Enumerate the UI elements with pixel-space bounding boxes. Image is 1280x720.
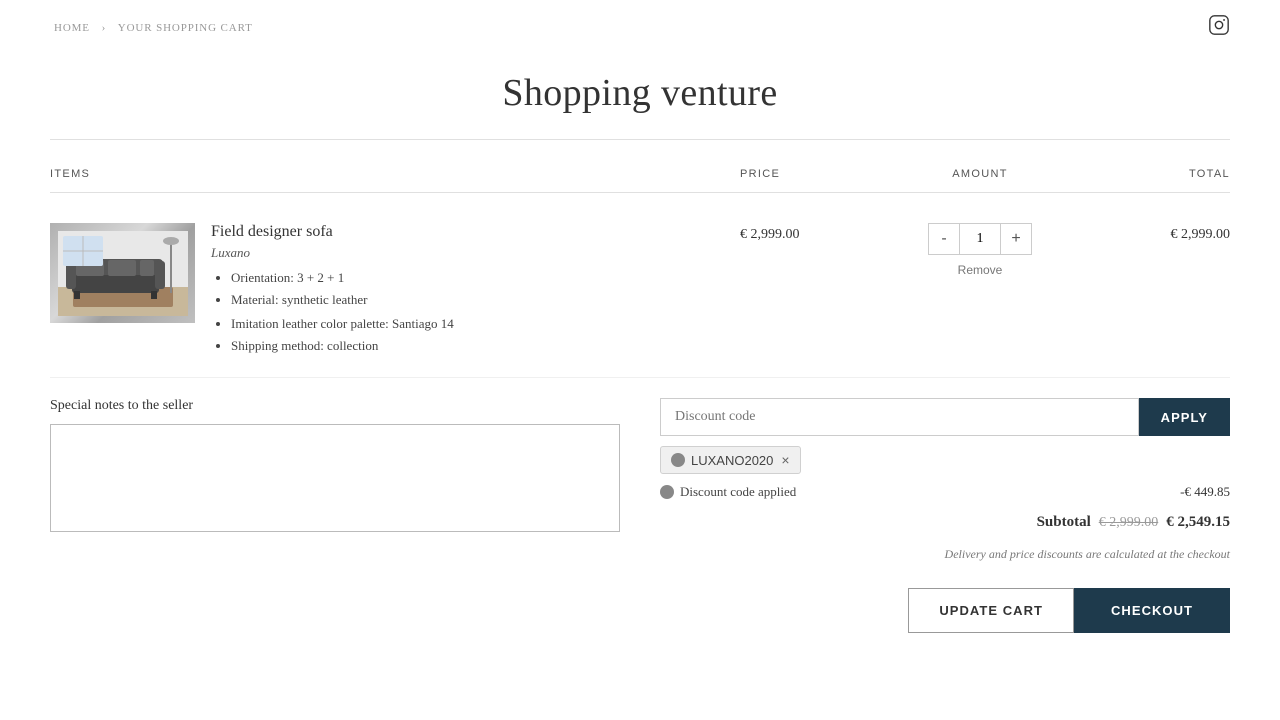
- special-notes-section: Special notes to the seller: [50, 398, 620, 633]
- discount-input-row: APPLY: [660, 398, 1230, 436]
- update-cart-button[interactable]: UPDATE CART: [908, 588, 1074, 633]
- discount-tag-remove[interactable]: ×: [781, 452, 789, 468]
- action-buttons: UPDATE CART CHECKOUT: [660, 588, 1230, 633]
- breadcrumb-current: YOUR SHOPPING CART: [118, 22, 253, 34]
- divider: [50, 139, 1230, 140]
- product-brand: Luxano: [211, 245, 740, 261]
- col-total: TOTAL: [1070, 168, 1230, 180]
- product-extra: Imitation leather color palette: Santiag…: [211, 313, 740, 357]
- discount-applied-left: Discount code applied: [660, 484, 796, 500]
- product-image: [50, 223, 195, 323]
- col-amount: AMOUNT: [890, 168, 1070, 180]
- quantity-increase-button[interactable]: +: [1001, 224, 1031, 254]
- special-notes-label: Special notes to the seller: [50, 398, 620, 414]
- cart-item: Field designer sofa Luxano Orientation: …: [50, 213, 1230, 378]
- discount-code-label: LUXANO2020: [691, 453, 773, 468]
- bottom-section: Special notes to the seller APPLY LUXANO…: [50, 398, 1230, 633]
- quantity-input[interactable]: [959, 224, 1001, 254]
- discount-applied-text: Discount code applied: [680, 484, 796, 500]
- item-total: € 2,999.00: [1070, 223, 1230, 243]
- col-price: PRICE: [740, 168, 890, 180]
- cart-table-header: ITEMS PRICE AMOUNT TOTAL: [50, 160, 1230, 193]
- breadcrumb-home[interactable]: HOME: [54, 22, 90, 34]
- subtotal-new-price: € 2,549.15: [1166, 514, 1230, 531]
- discount-check-icon: [660, 485, 674, 499]
- discount-amount: -€ 449.85: [1180, 484, 1230, 500]
- special-notes-textarea[interactable]: [50, 424, 620, 532]
- col-items: ITEMS: [50, 168, 740, 180]
- product-name: Field designer sofa: [211, 223, 740, 241]
- item-amount: - + Remove: [890, 223, 1070, 277]
- breadcrumb-separator: ›: [102, 22, 107, 34]
- top-bar: HOME › YOUR SHOPPING CART: [50, 0, 1230, 51]
- product-details: Field designer sofa Luxano Orientation: …: [211, 223, 740, 357]
- discount-section: APPLY LUXANO2020 × Discount code applied…: [660, 398, 1230, 633]
- spec-color: Imitation leather color palette: Santiag…: [231, 313, 740, 335]
- subtotal-label: Subtotal: [1037, 514, 1091, 531]
- delivery-note: Delivery and price discounts are calcula…: [660, 547, 1230, 562]
- discount-tag: LUXANO2020 ×: [660, 446, 801, 474]
- spec-material: Material: synthetic leather: [231, 289, 740, 311]
- discount-applied-row: Discount code applied -€ 449.85: [660, 484, 1230, 500]
- spec-shipping: Shipping method: collection: [231, 335, 740, 357]
- quantity-decrease-button[interactable]: -: [929, 224, 959, 254]
- instagram-icon[interactable]: [1208, 14, 1230, 41]
- quantity-control[interactable]: - +: [928, 223, 1032, 255]
- discount-tag-icon: [671, 453, 685, 467]
- product-specs: Orientation: 3 + 2 + 1 Material: synthet…: [211, 267, 740, 311]
- page-title: Shopping venture: [50, 51, 1230, 139]
- spec-orientation: Orientation: 3 + 2 + 1: [231, 267, 740, 289]
- item-price: € 2,999.00: [740, 223, 890, 243]
- discount-code-input[interactable]: [660, 398, 1139, 436]
- item-info: Field designer sofa Luxano Orientation: …: [50, 223, 740, 357]
- subtotal-row: Subtotal € 2,999.00 € 2,549.15: [660, 514, 1230, 531]
- apply-discount-button[interactable]: APPLY: [1139, 398, 1230, 436]
- breadcrumb: HOME › YOUR SHOPPING CART: [50, 22, 257, 34]
- discount-tag-wrapper: LUXANO2020 ×: [660, 446, 1230, 474]
- subtotal-old-price: € 2,999.00: [1099, 515, 1159, 531]
- remove-link[interactable]: Remove: [958, 263, 1003, 277]
- checkout-button[interactable]: CHECKOUT: [1074, 588, 1230, 633]
